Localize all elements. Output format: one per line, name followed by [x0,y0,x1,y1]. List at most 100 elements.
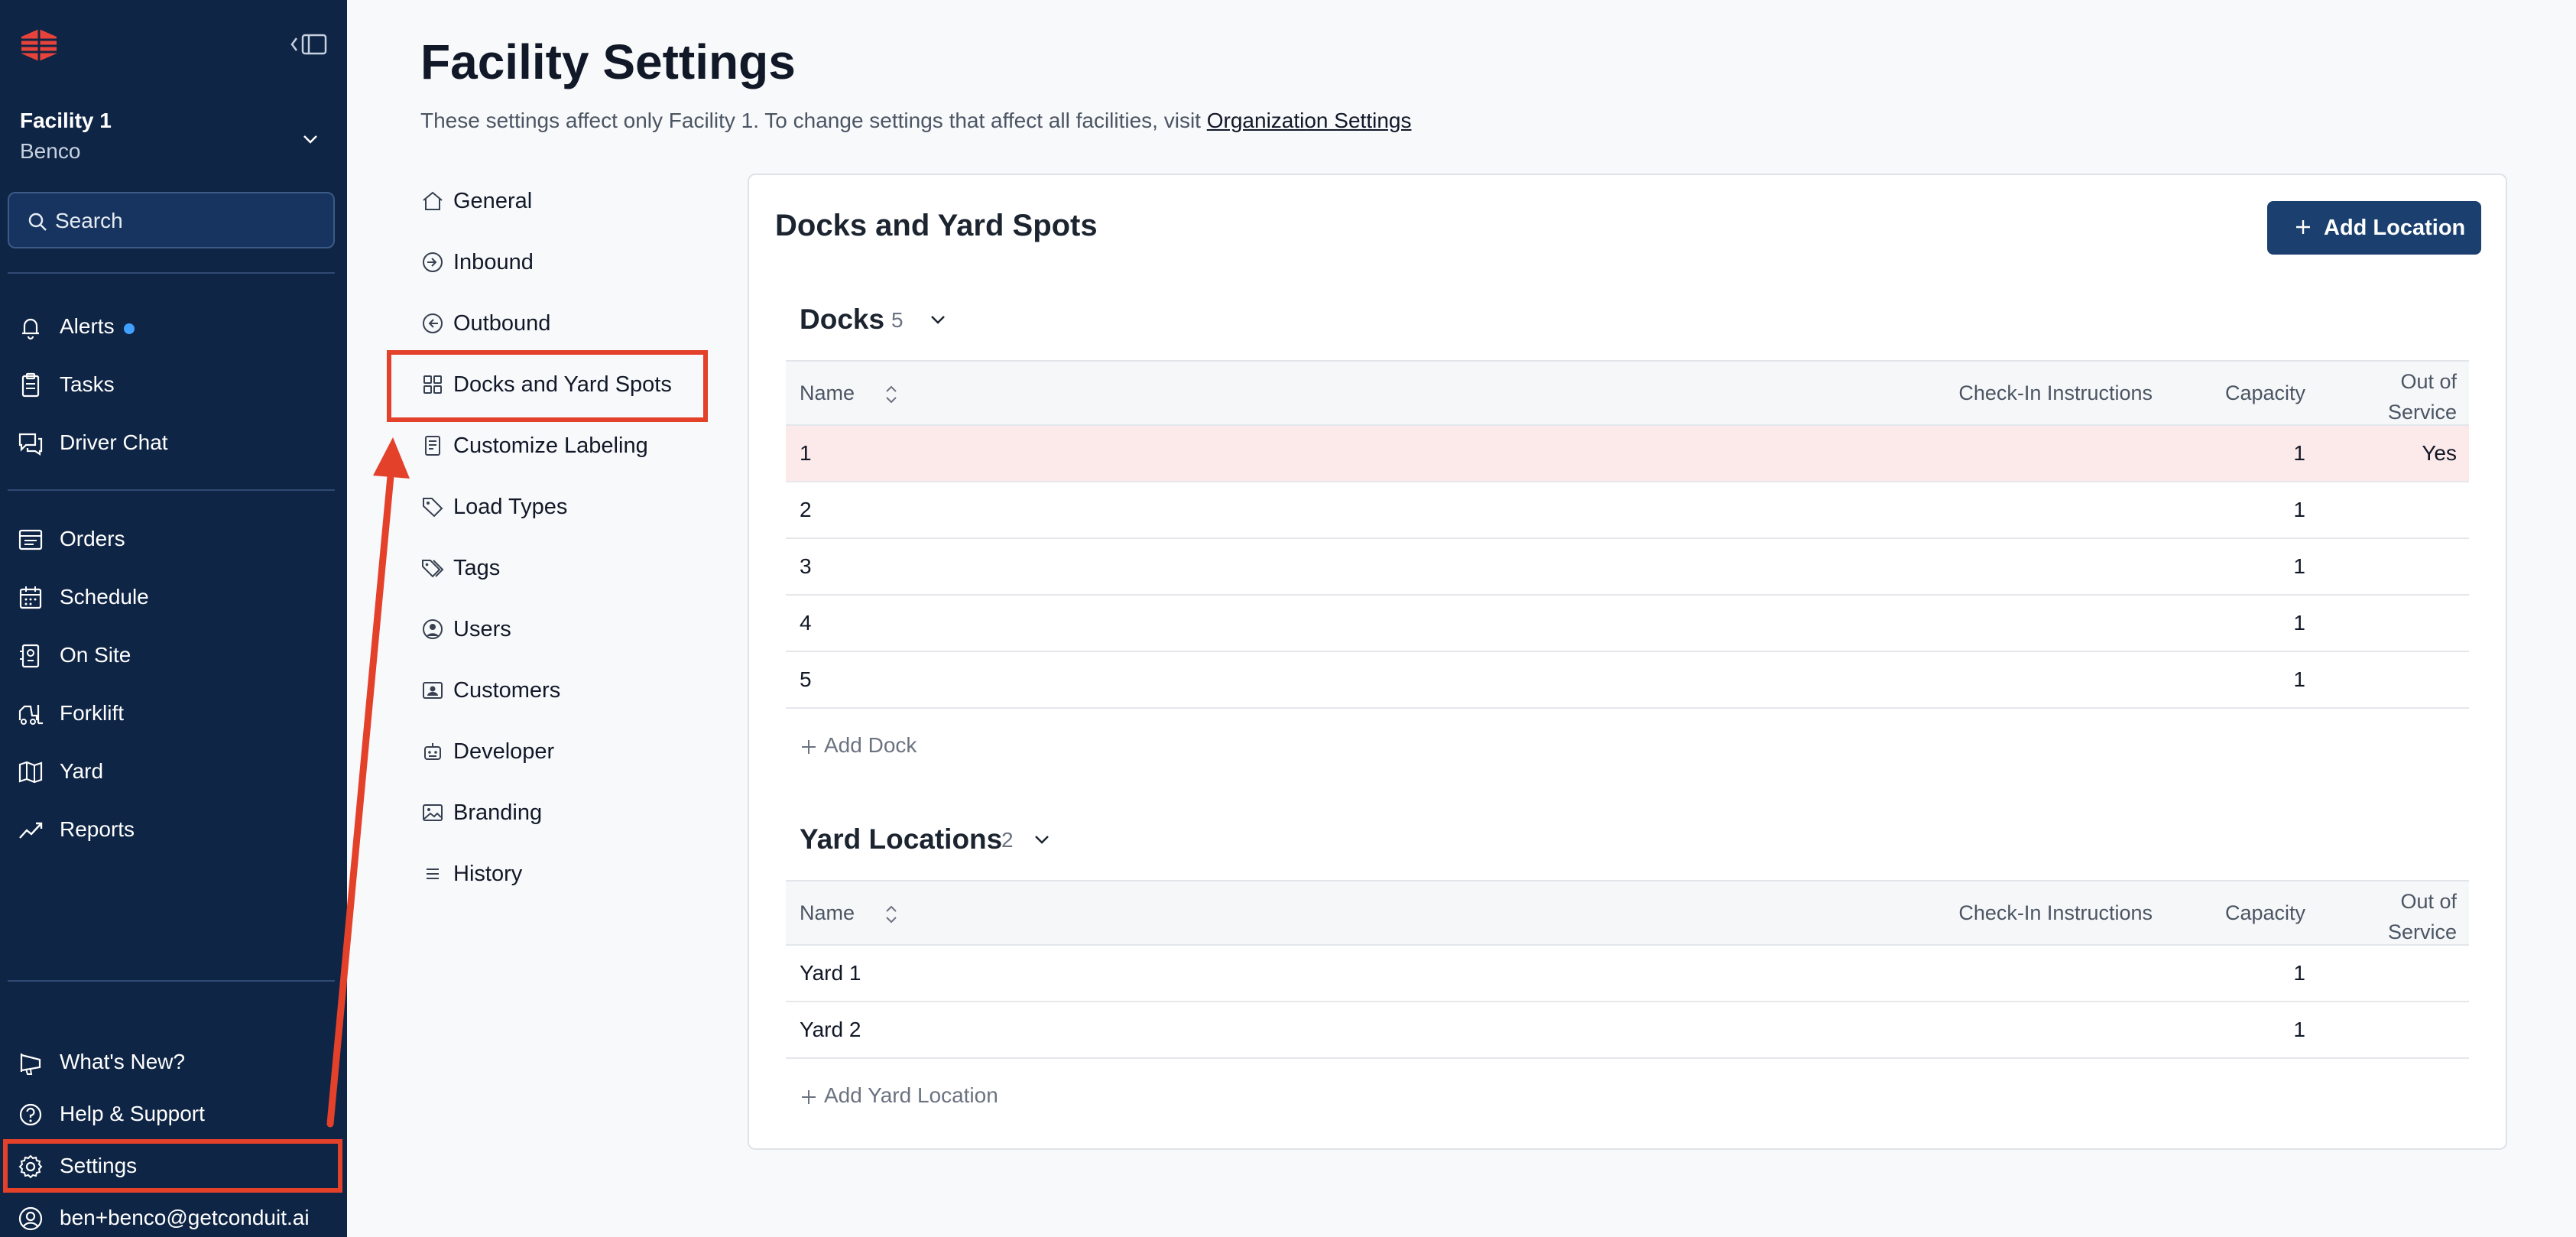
image-icon [423,804,443,821]
map-icon [18,761,43,784]
cell-name: 5 [800,667,812,691]
sort-icon[interactable] [881,901,902,927]
sidebar-item-label: Yard [60,759,104,783]
settings-nav-label: General [453,189,533,213]
column-header-name[interactable]: Name [800,381,855,405]
settings-nav-load-types[interactable]: Load Types [413,482,703,531]
bell-icon [22,318,39,340]
sidebar-item-label: What's New? [60,1050,186,1073]
column-header-name[interactable]: Name [800,901,855,925]
settings-nav-general[interactable]: General [413,177,703,226]
settings-nav-label: Customers [453,678,561,703]
facility-org: Benco [20,139,81,163]
sidebar-item-tasks[interactable]: Tasks [0,361,347,408]
add-dock-button[interactable]: Add Dock [800,733,952,761]
settings-nav-branding[interactable]: Branding [413,788,703,837]
sidebar: Facility 1 Benco Search Alerts Tasks Dri… [0,0,347,1237]
subtitle-text: These settings affect only Facility 1. T… [420,109,1201,132]
plus-icon [2296,220,2310,234]
settings-nav-label: Customize Labeling [453,433,648,458]
docks-collapse-chevron-icon[interactable] [926,308,949,331]
tags-icon [422,560,444,578]
docks-and-yard-spots-card: Docks and Yard Spots Add Location Docks … [748,174,2507,1150]
docks-section-title: Docks [800,304,885,335]
sidebar-item-reports[interactable]: Reports [0,806,347,853]
sidebar-item-orders[interactable]: Orders [0,515,347,563]
add-location-label: Add Location [2324,216,2466,240]
table-row[interactable]: 3 1 [786,539,2469,596]
sidebar-item-on-site[interactable]: On Site [0,631,347,679]
table-row[interactable]: Yard 1 1 [786,946,2469,1002]
cell-capacity: 1 [2293,961,2305,985]
collapse-sidebar-icon[interactable] [287,31,330,58]
cell-capacity: 1 [2293,498,2305,521]
settings-nav-label: Tags [453,556,501,580]
sidebar-item-label: Reports [60,817,135,841]
account-email: ben+benco@getconduit.ai [60,1206,310,1229]
settings-nav-customers[interactable]: Customers [413,666,703,715]
table-header: Name Check-In Instructions Capacity Out … [786,360,2469,426]
yard-locations-section-title: Yard Locations [800,823,1003,855]
table-row[interactable]: 5 1 [786,652,2469,709]
settings-nav-outbound[interactable]: Outbound [413,299,703,348]
cell-name: 3 [800,554,812,578]
settings-nav-label: Developer [453,739,555,764]
help-circle-icon [19,1103,42,1126]
clipboard-icon [21,372,40,398]
settings-nav-history[interactable]: History [413,849,703,898]
sidebar-item-label: Help & Support [60,1102,205,1125]
conduit-logo-icon[interactable] [18,28,60,63]
organization-settings-link[interactable]: Organization Settings [1207,109,1412,132]
add-dock-label: Add Dock [824,733,917,757]
add-location-button[interactable]: Add Location [2267,201,2481,255]
add-yard-location-label: Add Yard Location [824,1083,998,1107]
page-title: Facility Settings [420,34,796,89]
settings-nav-tags[interactable]: Tags [413,544,703,593]
sidebar-item-label: Orders [60,527,125,550]
settings-nav-customize-labeling[interactable]: Customize Labeling [413,421,703,470]
settings-nav-label: Inbound [453,250,534,274]
table-row[interactable]: Yard 2 1 [786,1002,2469,1059]
sidebar-search-button[interactable]: Search [8,192,335,248]
settings-nav-users[interactable]: Users [413,605,703,654]
table-row[interactable]: 1 1 Yes [786,426,2469,482]
yard-locations-table: Name Check-In Instructions Capacity Out … [786,880,2469,1059]
building-icon [20,644,40,668]
column-header-out-of-service: Out of Service [2387,890,2457,943]
arrow-circle-right-icon [423,252,443,272]
page-subtitle: These settings affect only Facility 1. T… [420,109,1411,133]
sidebar-item-label: On Site [60,643,131,667]
chevron-down-icon [303,135,317,144]
docks-nav-highlight-annotation [387,350,708,422]
sidebar-item-driver-chat[interactable]: Driver Chat [0,419,347,466]
sidebar-item-schedule[interactable]: Schedule [0,573,347,621]
docks-count: 5 [891,308,904,332]
sidebar-item-whats-new[interactable]: What's New? [0,1038,347,1086]
add-yard-location-button[interactable]: Add Yard Location [800,1083,1029,1111]
cell-name: Yard 1 [800,961,861,985]
settings-nav-label: Outbound [453,311,551,336]
sidebar-item-forklift[interactable]: Forklift [0,690,347,737]
sidebar-item-alerts[interactable]: Alerts [0,303,347,350]
orders-icon [18,529,43,550]
sidebar-item-label: Forklift [60,701,124,725]
sidebar-item-label: Driver Chat [60,430,168,454]
sidebar-item-account[interactable]: ben+benco@getconduit.ai [0,1194,347,1237]
sort-icon[interactable] [881,381,902,407]
sidebar-item-help-support[interactable]: Help & Support [0,1090,347,1138]
forklift-icon [18,705,43,725]
settings-nav-inbound[interactable]: Inbound [413,238,703,287]
settings-highlight-annotation [3,1139,342,1193]
settings-nav-developer[interactable]: Developer [413,727,703,776]
table-row[interactable]: 2 1 [786,482,2469,539]
table-row[interactable]: 4 1 [786,596,2469,652]
chat-icon [18,433,43,456]
yard-collapse-chevron-icon[interactable] [1030,828,1053,851]
column-header-capacity: Capacity [2224,381,2305,404]
facility-name: Facility 1 [20,109,112,132]
home-icon [423,191,443,210]
arrow-circle-left-icon [423,313,443,333]
sidebar-item-yard[interactable]: Yard [0,748,347,795]
plus-icon [802,740,816,754]
cell-capacity: 1 [2293,441,2305,465]
